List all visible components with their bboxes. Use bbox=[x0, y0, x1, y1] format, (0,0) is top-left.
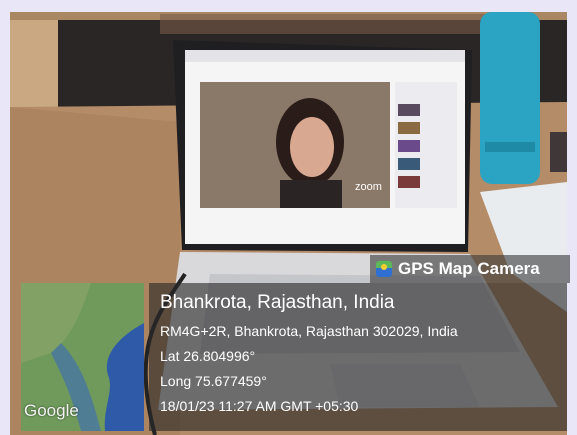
thumb-2 bbox=[398, 122, 420, 134]
person-shoulders bbox=[280, 180, 342, 208]
map-thumbnail: Google bbox=[21, 283, 144, 431]
gps-camera-title: GPS Map Camera bbox=[398, 259, 540, 278]
latitude: Lat 26.804996° bbox=[160, 348, 256, 364]
address: RM4G+2R, Bhankrota, Rajasthan 302029, In… bbox=[160, 323, 458, 339]
browser-bar bbox=[185, 50, 465, 62]
location-info-panel: Bhankrota, Rajasthan, India RM4G+2R, Bha… bbox=[149, 283, 567, 431]
water-bottle bbox=[480, 12, 540, 184]
thumb-1 bbox=[398, 104, 420, 116]
phone bbox=[550, 132, 567, 172]
gps-camera-label: GPS Map Camera bbox=[370, 255, 570, 283]
map-pin-icon bbox=[376, 261, 392, 277]
datetime: 18/01/23 11:27 AM GMT +05:30 bbox=[160, 398, 359, 414]
thumb-3 bbox=[398, 140, 420, 152]
photo-frame: zoom Google GPS Map Camera Bhankrota, Ra… bbox=[0, 0, 577, 435]
person-face bbox=[290, 117, 334, 177]
thumb-4 bbox=[398, 158, 420, 170]
place-name: Bhankrota, Rajasthan, India bbox=[160, 292, 395, 313]
thumb-5 bbox=[398, 176, 420, 188]
window-left bbox=[10, 12, 58, 107]
back-furniture bbox=[160, 14, 500, 34]
bottle-band bbox=[485, 142, 535, 152]
longitude: Long 75.677459° bbox=[160, 373, 267, 389]
google-logo: Google bbox=[24, 401, 79, 420]
video-badge: zoom bbox=[355, 181, 382, 193]
